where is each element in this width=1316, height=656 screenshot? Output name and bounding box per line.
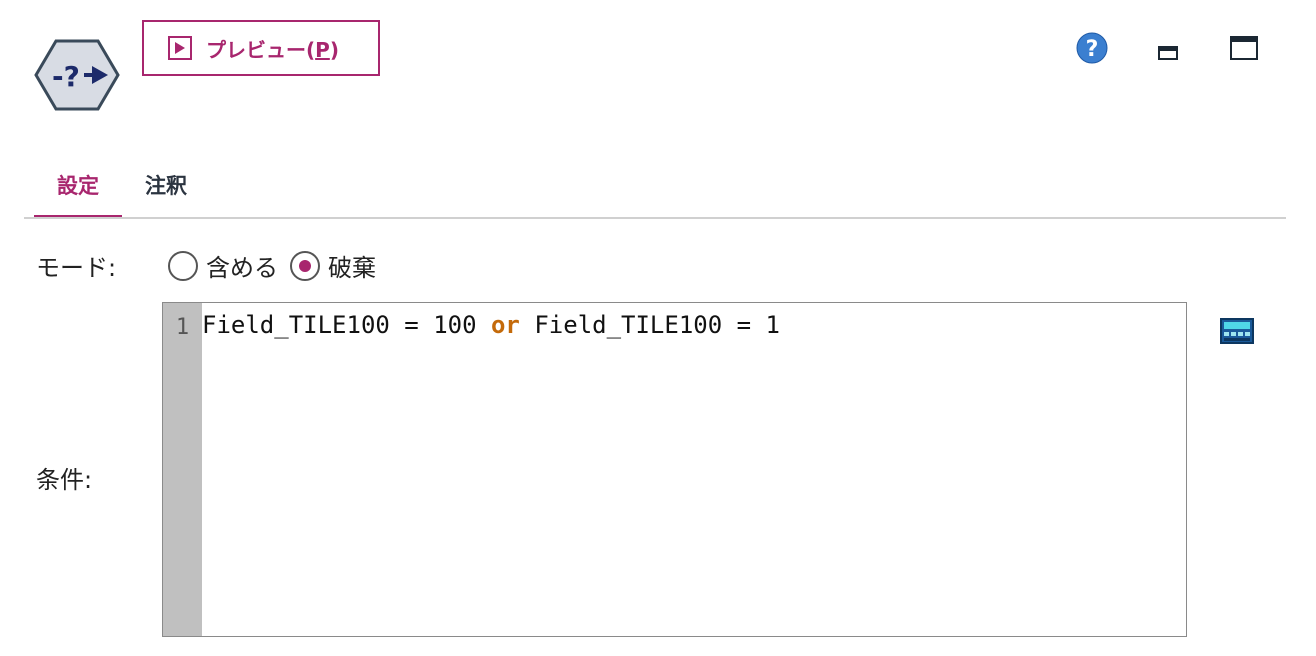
discard-label: 破棄	[328, 254, 376, 282]
preview-label: プレビュー(P)	[206, 37, 339, 62]
mode-discard-option[interactable]: 破棄	[290, 248, 376, 283]
minimize-icon[interactable]	[1158, 46, 1178, 60]
tab-settings[interactable]: 設定	[34, 150, 122, 219]
code-text-2: Field_TILE100 = 1	[519, 311, 780, 339]
svg-text:?: ?	[1086, 37, 1099, 62]
mode-radio-group: 含める 破棄	[168, 248, 388, 283]
svg-text:-?: -?	[52, 60, 80, 93]
maximize-icon[interactable]	[1230, 36, 1258, 60]
include-radio[interactable]	[168, 250, 198, 281]
condition-label: 条件:	[36, 466, 93, 494]
condition-editor[interactable]: 1 Field_TILE100 = 100 or Field_TILE100 =…	[162, 302, 1187, 637]
expression-builder-icon[interactable]	[1220, 318, 1254, 344]
tab-bar: 設定 注釈	[24, 150, 1286, 220]
code-keyword: or	[490, 311, 520, 339]
mode-include-option[interactable]: 含める	[168, 248, 278, 283]
select-node-icon: -?	[34, 39, 120, 111]
discard-radio[interactable]	[290, 250, 320, 281]
line-number-gutter: 1	[163, 303, 202, 636]
tab-divider	[24, 217, 1286, 219]
condition-code[interactable]: Field_TILE100 = 100 or Field_TILE100 = 1	[202, 303, 1186, 636]
line-number: 1	[175, 315, 190, 340]
code-text-1: Field_TILE100 = 100	[202, 311, 491, 339]
tab-annotation[interactable]: 注釈	[132, 150, 200, 219]
help-icon[interactable]: ?	[1076, 32, 1108, 64]
mode-label: モード:	[36, 254, 117, 282]
play-icon	[168, 36, 192, 60]
select-node-dialog: -? プレビュー(P) ? 設定 注釈 モード: 含める 破棄 条件: 1 Fi…	[0, 0, 1316, 656]
include-label: 含める	[206, 254, 278, 282]
preview-button[interactable]: プレビュー(P)	[142, 20, 380, 76]
